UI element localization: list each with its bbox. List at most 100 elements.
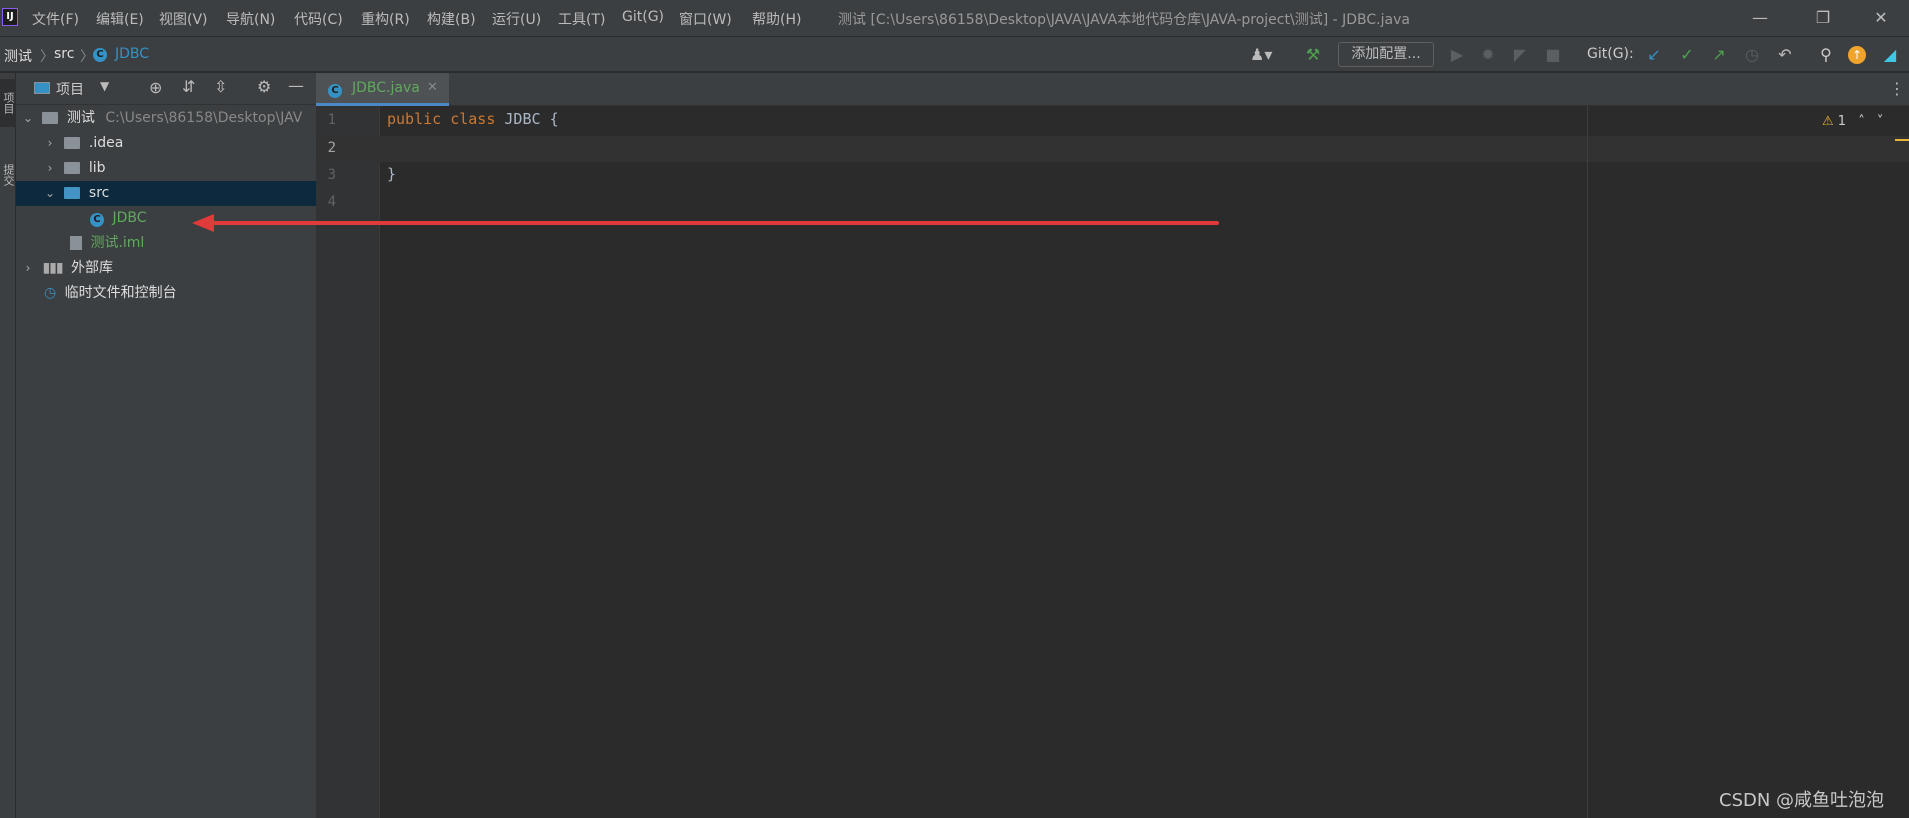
gear-icon[interactable]: ⚙ xyxy=(257,77,271,96)
chevron-down-icon[interactable]: ⌄ xyxy=(22,106,34,131)
inspection-widget[interactable]: ⚠ 1 ˄ ˅ xyxy=(1822,114,1883,129)
line-number: 1 xyxy=(327,112,336,128)
tree-item-label: JDBC xyxy=(112,210,147,226)
chevron-right-icon[interactable]: › xyxy=(44,156,56,181)
menu-tools[interactable]: 工具(T) xyxy=(558,9,605,29)
tree-item-label: 外部库 xyxy=(71,260,114,276)
left-tool-stripe: 项目 提交 xyxy=(0,73,16,818)
project-tool-tab[interactable]: 项目 xyxy=(0,79,16,127)
commit-tool-tab[interactable]: 提交 xyxy=(0,151,16,199)
expand-all-icon[interactable]: ⇵ xyxy=(182,77,195,96)
debug-icon[interactable]: ✹ xyxy=(1478,45,1498,65)
close-tab-icon[interactable]: ✕ xyxy=(427,80,438,95)
chevron-down-icon[interactable]: ▼ xyxy=(100,79,109,93)
annotation-arrow xyxy=(192,214,1219,232)
tree-row-scratches[interactable]: ◷ 临时文件和控制台 xyxy=(16,281,316,306)
run-icon[interactable]: ▶ xyxy=(1447,45,1467,65)
breadcrumb-separator-icon: 〉 xyxy=(40,49,54,65)
tree-item-label: .idea xyxy=(88,135,124,151)
tree-row-lib[interactable]: › lib xyxy=(16,156,316,181)
tree-item-label: 测试.iml xyxy=(90,235,145,251)
source-folder-icon xyxy=(64,187,81,199)
code-keyword: class xyxy=(450,110,496,128)
title-bar: IJ 文件(F) 编辑(E) 视图(V) 导航(N) 代码(C) 重构(R) 构… xyxy=(0,0,1909,36)
iml-file-icon xyxy=(70,236,82,250)
restore-icon[interactable]: ❐ xyxy=(1808,6,1838,30)
tree-row-idea[interactable]: › .idea xyxy=(16,131,316,156)
warning-icon: ⚠ xyxy=(1822,114,1834,129)
git-label: Git(G): xyxy=(1587,46,1634,62)
intellij-logo-icon: IJ xyxy=(2,8,18,26)
editor-tab-bar: ⋮ xyxy=(316,73,1909,106)
menu-window[interactable]: 窗口(W) xyxy=(679,9,732,29)
code-line-3: } xyxy=(387,165,396,183)
tree-row-root[interactable]: ⌄ 测试 C:\Users\86158\Desktop\JAV xyxy=(16,106,316,131)
git-push-icon[interactable]: ↗ xyxy=(1709,45,1729,65)
tree-row-external-libraries[interactable]: › ▮▮▮ 外部库 xyxy=(16,256,316,281)
project-view-icon xyxy=(34,82,50,94)
menu-edit[interactable]: 编辑(E) xyxy=(96,9,144,29)
scratches-icon: ◷ xyxy=(44,285,57,301)
window-title: 测试 [C:\Users\86158\Desktop\JAVA\JAVA本地代码… xyxy=(838,12,1410,28)
menu-refactor[interactable]: 重构(R) xyxy=(361,9,410,29)
line-number: 3 xyxy=(327,167,336,183)
coverage-icon[interactable]: ◤ xyxy=(1510,45,1530,65)
breadcrumb-file[interactable]: JDBC xyxy=(115,46,149,62)
menu-navigate[interactable]: 导航(N) xyxy=(226,9,275,29)
project-panel-title[interactable]: 项目 xyxy=(56,79,84,99)
line-number: 2 xyxy=(327,140,336,156)
search-icon[interactable]: ⚲ xyxy=(1816,45,1836,65)
close-icon[interactable]: ✕ xyxy=(1866,6,1896,30)
chevron-down-icon[interactable]: ⌄ xyxy=(44,181,56,206)
chevron-up-icon[interactable]: ˄ xyxy=(1858,114,1865,129)
rollback-icon[interactable]: ↶ xyxy=(1775,45,1795,65)
breadcrumb-separator-icon: 〉 xyxy=(80,49,94,65)
menu-help[interactable]: 帮助(H) xyxy=(752,9,801,29)
stop-icon[interactable]: ■ xyxy=(1543,45,1563,65)
editor-tab-jdbc[interactable]: C JDBC.java ✕ xyxy=(316,73,449,106)
folder-icon xyxy=(64,137,81,149)
tree-row-src[interactable]: ⌄ src xyxy=(16,181,316,206)
menu-file[interactable]: 文件(F) xyxy=(32,9,79,29)
user-icon[interactable]: ♟▾ xyxy=(1250,45,1272,65)
collapse-all-icon[interactable]: ⇳ xyxy=(214,77,227,96)
locate-icon[interactable]: ⊕ xyxy=(149,78,162,97)
more-options-icon[interactable]: ⋮ xyxy=(1889,79,1905,98)
menu-code[interactable]: 代码(C) xyxy=(294,9,343,29)
hide-panel-icon[interactable]: — xyxy=(288,76,304,95)
code-line-1: public class JDBC { xyxy=(387,110,559,128)
menu-run[interactable]: 运行(U) xyxy=(492,9,541,29)
warning-stripe-marker[interactable] xyxy=(1895,139,1909,141)
chevron-right-icon[interactable]: › xyxy=(22,256,34,281)
csdn-watermark: CSDN @咸鱼吐泡泡 xyxy=(1719,790,1885,811)
git-update-icon[interactable]: ↙ xyxy=(1644,45,1664,65)
warning-count: 1 xyxy=(1837,114,1847,129)
jetbrains-toolbox-icon[interactable]: ◢ xyxy=(1880,45,1900,65)
right-margin-guide xyxy=(1587,106,1588,818)
tree-root-name: 测试 xyxy=(66,110,95,126)
module-folder-icon xyxy=(42,112,59,124)
folder-icon xyxy=(64,162,81,174)
navigation-bar: 测试 〉 src 〉 C JDBC ♟▾ ⚒ 添加配置... ▶ ✹ ◤ ■ G… xyxy=(0,36,1909,72)
class-icon: C xyxy=(328,81,342,98)
update-icon[interactable]: ↑ xyxy=(1848,46,1866,64)
history-icon[interactable]: ◷ xyxy=(1742,45,1762,65)
breadcrumb-project[interactable]: 测试 xyxy=(4,46,32,66)
project-panel-header: 项目 ▼ ⊕ ⇵ ⇳ ⚙ — xyxy=(16,73,316,105)
minimize-icon[interactable]: — xyxy=(1745,6,1775,30)
add-configuration-button[interactable]: 添加配置... xyxy=(1338,42,1434,67)
code-class-name: JDBC xyxy=(504,110,541,128)
build-hammer-icon[interactable]: ⚒ xyxy=(1303,45,1323,65)
chevron-down-icon[interactable]: ˅ xyxy=(1877,114,1884,129)
chevron-right-icon[interactable]: › xyxy=(44,131,56,156)
breadcrumb-folder[interactable]: src xyxy=(54,46,74,62)
menu-build[interactable]: 构建(B) xyxy=(427,9,476,29)
git-commit-icon[interactable]: ✓ xyxy=(1677,45,1697,65)
class-icon: C xyxy=(93,45,107,62)
menu-view[interactable]: 视图(V) xyxy=(159,9,208,29)
tree-item-label: lib xyxy=(88,160,106,176)
menu-git[interactable]: Git(G) xyxy=(622,9,664,25)
editor-tab-label: JDBC.java xyxy=(352,80,420,96)
current-line-highlight xyxy=(316,136,1909,162)
code-keyword: public xyxy=(387,110,442,128)
